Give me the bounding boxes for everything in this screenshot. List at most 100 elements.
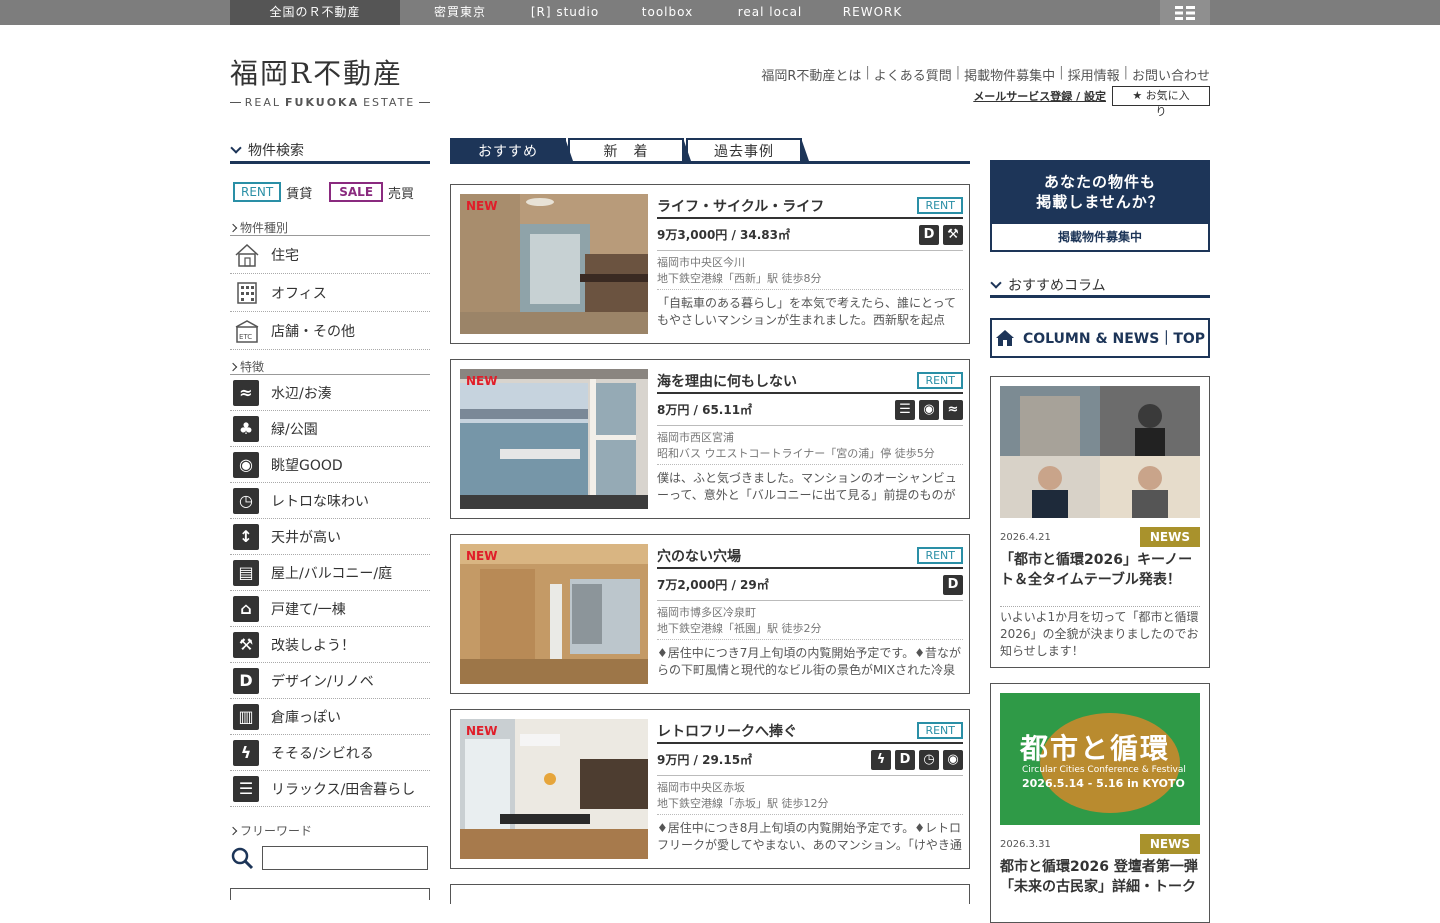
lightning-icon: ϟ — [233, 739, 259, 766]
listing-recruit-banner[interactable]: あなたの物件も 掲載しませんか？ 掲載物件募集中 — [990, 160, 1210, 252]
top-nav-item-rework[interactable]: REWORK — [835, 0, 910, 25]
feature-item-view[interactable]: ◉ 眺望GOOD — [230, 447, 430, 483]
rent-badge[interactable]: RENT — [233, 182, 282, 202]
feature-item-exciting[interactable]: ϟ そそる/シビれる — [230, 735, 430, 771]
chevron-down-icon — [230, 141, 242, 154]
listing-title[interactable]: 穴のない穴場 — [657, 546, 741, 566]
listing-card[interactable]: NEW レトロフリークへ捧ぐ RENT 9万円 / 29.15㎡ ϟ D ◷ ◉ 福岡市… — [450, 709, 970, 869]
type-heading: 物件種別 — [228, 221, 430, 236]
news-tag[interactable]: NEWS — [1139, 527, 1200, 547]
eye-icon: ◉ — [233, 451, 259, 478]
feature-label: 眺望GOOD — [271, 457, 343, 474]
logo-english: REAL FUKUOKA ESTATE — [230, 96, 430, 109]
hamburger-menu-button[interactable] — [1160, 0, 1210, 25]
top-nav-item-zenkoku[interactable]: 全国のＲ不動産 — [230, 0, 400, 25]
favorites-button[interactable]: ★ お気に入り — [1112, 86, 1210, 118]
listing-recruit-button[interactable]: 掲載物件募集中 — [992, 224, 1208, 250]
news-tag[interactable]: NEWS — [1139, 834, 1200, 854]
feature-label: 水辺/お湊 — [271, 385, 332, 402]
header-links: 福岡R不動産とは | よくある質問 | 掲載物件募集中 | 採用情報 | お問い合わせ — [761, 65, 1210, 84]
feature-item-warehouse[interactable]: ▥ 倉庫っぽい — [230, 699, 430, 735]
news-title[interactable]: 「都市と循環2026」キーノート＆全タイムテーブル発表！ — [1000, 550, 1200, 590]
keyword-input[interactable] — [262, 846, 428, 870]
keyword-heading-text: フリーワード — [240, 823, 313, 838]
listing-card-partial[interactable] — [450, 884, 970, 904]
news-thumbnail[interactable] — [1000, 386, 1200, 518]
listing-title[interactable]: レトロフリークへ捧ぐ — [657, 721, 797, 741]
grid-menu-icon — [1175, 5, 1195, 20]
site-logo[interactable]: 福岡R不動産 REAL FUKUOKA ESTATE — [230, 58, 430, 109]
listing-photo[interactable]: NEW — [460, 719, 648, 859]
listing-access: 地下鉄空港線「西新」駅 徒歩8分 — [657, 271, 963, 290]
poster-subtitle: Circular Cities Conference & Festival — [1022, 765, 1186, 775]
house-icon — [233, 241, 261, 269]
listing-address: 福岡市西区宮浦 — [657, 431, 734, 444]
feature-item-waterside[interactable]: ≈ 水辺/お湊 — [230, 375, 430, 411]
listing-photo[interactable]: NEW — [460, 369, 648, 509]
listing-title[interactable]: ライフ・サイクル・ライフ — [657, 196, 824, 216]
type-label: オフィス — [271, 285, 327, 302]
tab-recommended[interactable]: おすすめ — [450, 138, 573, 161]
link-about[interactable]: 福岡R不動産とは — [761, 65, 861, 84]
type-item-shop[interactable]: ETC 店舗・その他 — [230, 312, 430, 350]
feature-item-relax[interactable]: ☰ リラックス/田舎暮らし — [230, 771, 430, 807]
link-contact[interactable]: お問い合わせ — [1132, 65, 1210, 84]
feature-item-high-ceiling[interactable]: ↕ 天井が高い — [230, 519, 430, 555]
link-recruit[interactable]: 採用情報 — [1068, 65, 1120, 84]
feature-heading-text: 特徴 — [240, 360, 265, 374]
mail-service-link[interactable]: メールサービス登録 / 設定 — [973, 88, 1106, 104]
news-card[interactable]: 2026.4.21 NEWS 「都市と循環2026」キーノート＆全タイムテーブル発… — [990, 376, 1210, 668]
feature-item-retro[interactable]: ◷ レトロな味わい — [230, 483, 430, 519]
feature-item-detached[interactable]: ⌂ 戸建て/一棟 — [230, 591, 430, 627]
feature-label: 緑/公園 — [271, 421, 318, 438]
feature-label: 倉庫っぽい — [271, 709, 341, 726]
keyword-heading: フリーワード — [228, 823, 430, 838]
relax-icon: ☰ — [233, 775, 259, 802]
rent-badge: RENT — [917, 197, 963, 214]
design-d-icon: D — [233, 667, 259, 694]
listing-access: 地下鉄空港線「赤坂」駅 徒歩12分 — [657, 796, 963, 815]
top-nav-item-reallocal[interactable]: real local — [725, 0, 815, 25]
sale-badge[interactable]: SALE — [329, 182, 384, 202]
sale-label[interactable]: 売買 — [388, 183, 414, 202]
listing-card[interactable]: NEW 穴のない穴場 RENT 7万2,000円 / 29㎡ D 福岡市博多区冷泉… — [450, 534, 970, 694]
feature-item-design[interactable]: D デザイン/リノベ — [230, 663, 430, 699]
tab-past-cases[interactable]: 過去事例 — [686, 138, 809, 161]
type-item-office[interactable]: オフィス — [230, 274, 430, 312]
top-nav-item-mitsubai[interactable]: 密買東京 — [420, 0, 500, 25]
feature-label: 戸建て/一棟 — [271, 601, 346, 618]
column-news-top-button[interactable]: COLUMN & NEWS｜TOP — [990, 318, 1210, 358]
link-faq[interactable]: よくある質問 — [874, 65, 952, 84]
top-nav-item-toolbox[interactable]: toolbox — [630, 0, 705, 25]
feature-item-rooftop[interactable]: ▤ 屋上/バルコニー/庭 — [230, 555, 430, 591]
warehouse-icon: ▥ — [233, 703, 259, 730]
news-thumbnail[interactable]: 都市と循環 Circular Cities Conference & Festi… — [1000, 693, 1200, 825]
main-content: おすすめ 新 着 過去事例 NEW ライフ・サイクル・ライフ RENT 9万3,0… — [450, 138, 970, 904]
listing-title[interactable]: 海を理由に何もしない — [657, 371, 797, 391]
sidebar-next-box — [230, 888, 430, 900]
listing-card[interactable]: NEW ライフ・サイクル・ライフ RENT 9万3,000円 / 34.83㎡ D… — [450, 184, 970, 344]
feature-item-green[interactable]: ♣ 緑/公園 — [230, 411, 430, 447]
listing-card[interactable]: NEW 海を理由に何もしない RENT 8万円 / 65.11㎡ ☰ ◉ ≈ 福岡市西… — [450, 359, 970, 519]
pocket-watch-icon: ◷ — [233, 487, 259, 514]
home-icon — [995, 330, 1014, 346]
design-d-icon: D — [943, 574, 963, 595]
news-title[interactable]: 都市と循環2026 登壇者第一弾「未来の古民家」詳細・トーク — [1000, 857, 1200, 897]
news-date: 2026.4.21 — [1000, 531, 1051, 543]
link-listing-wanted[interactable]: 掲載物件募集中 — [964, 65, 1055, 84]
type-item-house[interactable]: 住宅 — [230, 236, 430, 274]
search-icon[interactable] — [230, 846, 254, 870]
type-heading-text: 物件種別 — [240, 221, 289, 235]
poster-title: 都市と循環 — [1020, 732, 1171, 765]
rent-label[interactable]: 賃貸 — [286, 183, 312, 202]
listing-description: ♦居住中につき7月上旬頃の内覧開始予定です。♦昔ながらの下町風情と現代的なビル街… — [657, 646, 961, 677]
feature-item-renovate[interactable]: ⚒ 改装しよう！ — [230, 627, 430, 663]
tab-new[interactable]: 新 着 — [568, 138, 691, 161]
listing-photo[interactable]: NEW — [460, 194, 648, 334]
top-nav-item-rstudio[interactable]: [R] studio — [520, 0, 610, 25]
listing-price: 9万3,000円 / 34.83㎡ — [657, 228, 791, 242]
chevron-right-icon — [228, 826, 238, 835]
listing-photo[interactable]: NEW — [460, 544, 648, 684]
feature-label: リラックス/田舎暮らし — [271, 781, 416, 798]
news-card[interactable]: 都市と循環 Circular Cities Conference & Festi… — [990, 683, 1210, 923]
